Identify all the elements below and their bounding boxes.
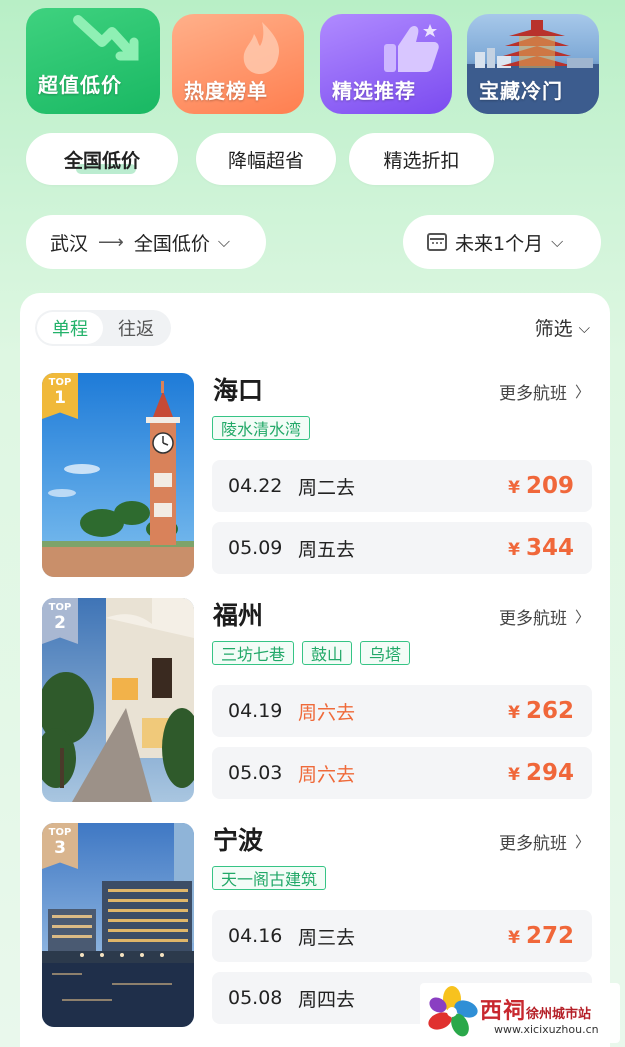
fare-date: 05.08 xyxy=(228,987,283,1009)
attraction-tag: 三坊七巷 xyxy=(212,641,295,665)
category-label: 精选推荐 xyxy=(332,79,416,103)
fare-option[interactable]: 04.22 周二去 ¥209 xyxy=(212,460,592,512)
more-flights-label: 更多航班 xyxy=(498,609,567,629)
more-flights-link[interactable]: 更多航班 〉 xyxy=(499,379,590,404)
date-selector[interactable]: 未来1个月 ⌵ xyxy=(403,215,601,269)
fare-price: ¥344 xyxy=(508,535,574,561)
more-flights-label: 更多航班 xyxy=(498,834,567,854)
fare-date: 05.03 xyxy=(228,762,283,784)
calendar-icon xyxy=(427,233,447,251)
rank-badge: TOP 2 xyxy=(42,598,78,644)
more-flights-link[interactable]: 更多航班 〉 xyxy=(499,604,590,629)
fare-price: ¥294 xyxy=(508,760,574,786)
chevron-right-icon: 〉 xyxy=(574,608,590,626)
attraction-tags: 三坊七巷 鼓山 乌塔 xyxy=(212,641,411,665)
fare-price: ¥272 xyxy=(508,923,574,949)
attraction-tag: 天一阁古建筑 xyxy=(212,866,327,890)
fare-option[interactable]: 05.03 周六去 ¥294 xyxy=(212,747,592,799)
watermark-brand: 西祠徐州城市站 xyxy=(480,999,592,1024)
filter-button[interactable]: 筛选 ⌵ xyxy=(535,314,590,341)
chip-label: 降幅超省 xyxy=(227,149,304,172)
round-trip-tab[interactable]: 往返 xyxy=(103,312,169,344)
flower-logo-icon xyxy=(428,986,478,1037)
fare-price: ¥209 xyxy=(508,473,574,499)
rank-badge: TOP 1 xyxy=(42,373,78,419)
fare-date: 05.09 xyxy=(228,537,283,559)
more-flights-link[interactable]: 更多航班 〉 xyxy=(499,829,590,854)
fare-date: 04.16 xyxy=(228,925,283,947)
chip-selected-discount[interactable]: 精选折扣 xyxy=(349,133,494,185)
destination-item[interactable]: TOP 1 海口 更多航班 〉 陵水清水湾 04.22 周二去 ¥209 05.… xyxy=(20,371,610,581)
category-label: 超值低价 xyxy=(38,73,122,97)
fare-weekday: 周二去 xyxy=(298,476,356,499)
attraction-tags: 天一阁古建筑 xyxy=(212,866,327,890)
route-from: 武汉 xyxy=(50,232,89,255)
chevron-down-icon: ⌵ xyxy=(551,232,564,251)
city-name: 福州 xyxy=(213,601,264,630)
fare-date: 04.22 xyxy=(228,475,283,497)
results-card: 单程 往返 筛选 ⌵ TOP 1 海口 更多航班 〉 陵水清水湾 04.22 周… xyxy=(20,293,610,1047)
chip-national-low-price[interactable]: 全国低价 xyxy=(26,133,178,185)
route-to: 全国低价 xyxy=(133,232,210,255)
category-cards: 超值低价 热度榜单 精选推荐 宝藏冷门 xyxy=(26,8,599,114)
fare-weekday: 周六去 xyxy=(298,701,356,724)
more-flights-label: 更多航班 xyxy=(498,384,567,404)
chevron-right-icon: 〉 xyxy=(574,833,590,851)
fare-weekday: 周六去 xyxy=(298,763,356,786)
fare-weekday: 周三去 xyxy=(298,926,356,949)
fare-price: ¥262 xyxy=(508,698,574,724)
rank-badge: TOP 3 xyxy=(42,823,78,869)
flame-icon xyxy=(243,22,280,74)
filter-label: 筛选 xyxy=(534,318,573,340)
arrow-down-icon xyxy=(73,15,139,61)
chip-label: 全国低价 xyxy=(63,149,140,172)
category-curated[interactable]: 精选推荐 xyxy=(320,14,452,114)
destination-item[interactable]: TOP 2 福州 更多航班 〉 三坊七巷 鼓山 乌塔 04.19 周六去 ¥26… xyxy=(20,596,610,806)
category-label: 热度榜单 xyxy=(184,79,268,103)
watermark: 西祠徐州城市站 www.xicixuzhou.cn xyxy=(420,983,620,1043)
category-hidden-gems[interactable]: 宝藏冷门 xyxy=(467,14,599,114)
destination-photo-ningbo: TOP 3 xyxy=(42,823,194,1027)
chip-label: 精选折扣 xyxy=(383,149,460,172)
attraction-tag: 鼓山 xyxy=(302,641,353,665)
chevron-down-icon: ⌵ xyxy=(578,318,590,337)
category-hot-ranking[interactable]: 热度榜单 xyxy=(172,14,304,114)
category-super-low-price[interactable]: 超值低价 xyxy=(26,8,160,114)
trip-type-toggle: 单程 往返 xyxy=(35,310,171,346)
attraction-tags: 陵水清水湾 xyxy=(212,416,311,440)
chip-biggest-drop[interactable]: 降幅超省 xyxy=(196,133,336,185)
city-name: 海口 xyxy=(213,376,264,405)
fare-option[interactable]: 04.16 周三去 ¥272 xyxy=(212,910,592,962)
destination-photo-haikou: TOP 1 xyxy=(42,373,194,577)
date-label: 未来1个月 xyxy=(455,232,544,255)
destination-photo-fuzhou: TOP 2 xyxy=(42,598,194,802)
attraction-tag: 陵水清水湾 xyxy=(212,416,311,440)
fare-date: 04.19 xyxy=(228,700,283,722)
thumbs-up-icon xyxy=(384,24,439,72)
category-label: 宝藏冷门 xyxy=(479,79,563,103)
one-way-tab[interactable]: 单程 xyxy=(37,312,103,344)
fare-weekday: 周四去 xyxy=(298,988,356,1011)
fare-option[interactable]: 05.09 周五去 ¥344 xyxy=(212,522,592,574)
fare-weekday: 周五去 xyxy=(298,538,356,561)
watermark-url: www.xicixuzhou.cn xyxy=(494,1023,599,1036)
chevron-down-icon: ⌵ xyxy=(217,232,230,251)
route-arrow-icon: ⟶ xyxy=(98,231,124,253)
chevron-right-icon: 〉 xyxy=(574,383,590,401)
fare-option[interactable]: 04.19 周六去 ¥262 xyxy=(212,685,592,737)
attraction-tag: 乌塔 xyxy=(360,641,411,665)
route-selector[interactable]: 武汉 ⟶ 全国低价 ⌵ xyxy=(26,215,266,269)
city-name: 宁波 xyxy=(213,826,264,855)
